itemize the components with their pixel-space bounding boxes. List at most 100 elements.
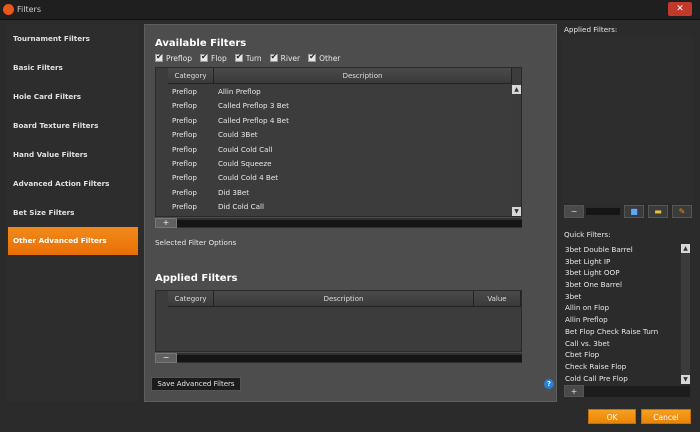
scroll-down-icon[interactable]: ▼ — [512, 207, 521, 216]
help-icon[interactable]: ? — [544, 379, 554, 389]
applied-filters-table: Category Description Value — [155, 290, 522, 352]
quick-filters-list: 3bet Double Barrel 3bet Light IP 3bet Li… — [561, 244, 681, 384]
table-row[interactable]: Preflop Did Cold Call — [156, 200, 511, 214]
save-advanced-filters-button[interactable]: Save Advanced Filters — [151, 377, 241, 391]
list-item[interactable]: Call vs. 3bet — [561, 338, 681, 350]
list-item[interactable]: Cold Call Pre Flop — [561, 373, 681, 385]
checkbox-checked-icon — [155, 52, 163, 62]
cell-category: Preflop — [172, 101, 197, 111]
cell-description: Allin Preflop — [218, 87, 261, 96]
save-disk-icon[interactable]: ■ — [624, 205, 644, 218]
table-row[interactable]: Preflop Could Cold Call — [156, 143, 511, 157]
center-panel: Available Filters Preflop Flop Turn Rive… — [144, 24, 557, 402]
table-row[interactable]: Preflop Could Squeeze — [156, 157, 511, 171]
edit-pencil-icon[interactable]: ✎ — [672, 205, 692, 218]
column-header-value[interactable]: Value — [474, 291, 521, 307]
list-item[interactable]: 3bet — [561, 291, 681, 303]
cell-category: Preflop — [172, 202, 197, 212]
cell-description: Could Cold 4 Bet — [218, 173, 279, 183]
sidebar-item-basic-filters[interactable]: Basic Filters — [8, 54, 138, 82]
table-row[interactable]: Preflop Allin Preflop — [156, 85, 511, 99]
cell-category: Preflop — [172, 187, 197, 197]
remove-filter-button[interactable]: − — [155, 353, 177, 363]
available-vertical-scrollbar[interactable]: ▲ ▼ — [512, 85, 521, 216]
cell-description: Did Cold Call — [218, 202, 265, 212]
list-item[interactable]: Check Raise Flop — [561, 361, 681, 373]
cell-category: Preflop — [172, 144, 197, 154]
column-header-category[interactable]: Category — [168, 291, 214, 307]
sidebar-item-advanced-action-filters[interactable]: Advanced Action Filters — [8, 170, 138, 198]
column-header-description[interactable]: Description — [214, 68, 512, 84]
checkbox-turn[interactable]: Turn — [234, 52, 262, 63]
cell-category: Preflop — [172, 115, 197, 125]
list-item[interactable]: 3bet Light IP — [561, 256, 681, 268]
checkbox-checked-icon — [234, 52, 243, 62]
checkbox-flop[interactable]: Flop — [200, 52, 227, 63]
quick-filters-label: Quick Filters: — [564, 230, 611, 239]
available-filters-table: Category Description Preflop Allin Preflo… — [155, 67, 522, 217]
checkbox-checked-icon — [308, 52, 317, 62]
street-checkbox-group: Preflop Flop Turn River Other — [155, 52, 340, 64]
checkbox-checked-icon — [200, 52, 208, 62]
applied-horizontal-scrollbar[interactable] — [177, 355, 522, 362]
list-item[interactable]: 3bet Double Barrel — [561, 244, 681, 256]
column-header-description[interactable]: Description — [214, 291, 474, 307]
app-logo-icon — [3, 4, 14, 15]
checkbox-label: Preflop — [166, 53, 192, 63]
table-row[interactable]: Preflop Did 3Bet — [156, 186, 511, 200]
title-bar: Filters ✕ — [0, 0, 700, 20]
list-item[interactable]: 3bet Light OOP — [561, 267, 681, 279]
cell-description: Called Preflop 3 Bet — [218, 101, 289, 111]
sidebar-item-bet-size-filters[interactable]: Bet Size Filters — [8, 199, 138, 227]
cell-description: Could Cold Call — [218, 144, 273, 154]
checkbox-label: River — [280, 53, 301, 63]
sidebar-item-hand-value-filters[interactable]: Hand Value Filters — [8, 141, 138, 169]
sidebar-item-other-advanced-filters[interactable]: Other Advanced Filters — [8, 227, 138, 255]
table-header: Category Description Value — [168, 291, 521, 307]
sidebar-item-board-texture-filters[interactable]: Board Texture Filters — [8, 112, 138, 140]
table-row[interactable]: Preflop Could 3Bet — [156, 128, 511, 142]
filter-category-sidebar: Tournament Filters Basic Filters Hole Ca… — [6, 24, 139, 402]
add-quick-filter-button[interactable]: + — [564, 385, 584, 397]
cell-category: Preflop — [172, 173, 197, 183]
list-item[interactable]: 3bet One Barrel — [561, 279, 681, 291]
table-row[interactable]: Preflop Could Cold 4 Bet — [156, 171, 511, 185]
sidebar-item-hole-card-filters[interactable]: Hole Card Filters — [8, 83, 138, 111]
column-header-category[interactable]: Category — [168, 68, 214, 84]
quick-filters-scrollbar[interactable]: ▲ ▼ — [681, 244, 690, 384]
applied-filters-list — [562, 37, 693, 203]
list-item[interactable]: Allin on Flop — [561, 302, 681, 314]
table-row[interactable]: Preflop Called Preflop 3 Bet — [156, 99, 511, 113]
right-panel: Applied Filters: − ■ ▬ ✎ Quick Filters: … — [561, 24, 694, 402]
checkbox-other[interactable]: Other — [308, 52, 341, 63]
available-horizontal-scrollbar[interactable] — [177, 220, 522, 227]
checkbox-river[interactable]: River — [269, 52, 301, 63]
table-row[interactable]: Preflop Called Preflop 4 Bet — [156, 114, 511, 128]
ok-button[interactable]: OK — [588, 409, 636, 424]
close-button[interactable]: ✕ — [668, 2, 692, 16]
checkbox-label: Other — [319, 53, 341, 63]
list-item[interactable]: Allin Preflop — [561, 314, 681, 326]
checkbox-label: Turn — [245, 53, 262, 63]
scroll-up-icon[interactable]: ▲ — [512, 85, 521, 94]
cell-category: Preflop — [172, 130, 197, 140]
list-item[interactable]: Cbet Flop — [561, 349, 681, 361]
folder-open-icon[interactable]: ▬ — [648, 205, 668, 218]
applied-filters-label: Applied Filters: — [564, 25, 618, 34]
checkbox-preflop[interactable]: Preflop — [155, 52, 192, 63]
table-body: Preflop Allin Preflop Preflop Called Prefl… — [156, 85, 511, 215]
cell-description: Did 3Bet — [218, 187, 250, 197]
cell-category: Preflop — [172, 158, 197, 168]
add-filter-button[interactable]: + — [155, 218, 177, 228]
sidebar-item-tournament-filters[interactable]: Tournament Filters — [8, 25, 138, 53]
applied-toolbar-track — [586, 208, 620, 215]
scroll-up-icon[interactable]: ▲ — [681, 244, 690, 253]
list-item[interactable]: Bet Flop Check Raise Turn — [561, 326, 681, 338]
remove-applied-button[interactable]: − — [564, 205, 584, 218]
applied-filters-title: Applied Filters — [155, 273, 238, 284]
quick-filters-toolbar: + — [564, 385, 690, 397]
applied-toolbar: − — [155, 353, 522, 363]
scroll-down-icon[interactable]: ▼ — [681, 375, 690, 384]
cell-description: Could 3Bet — [218, 130, 258, 140]
cancel-button[interactable]: Cancel — [641, 409, 691, 424]
